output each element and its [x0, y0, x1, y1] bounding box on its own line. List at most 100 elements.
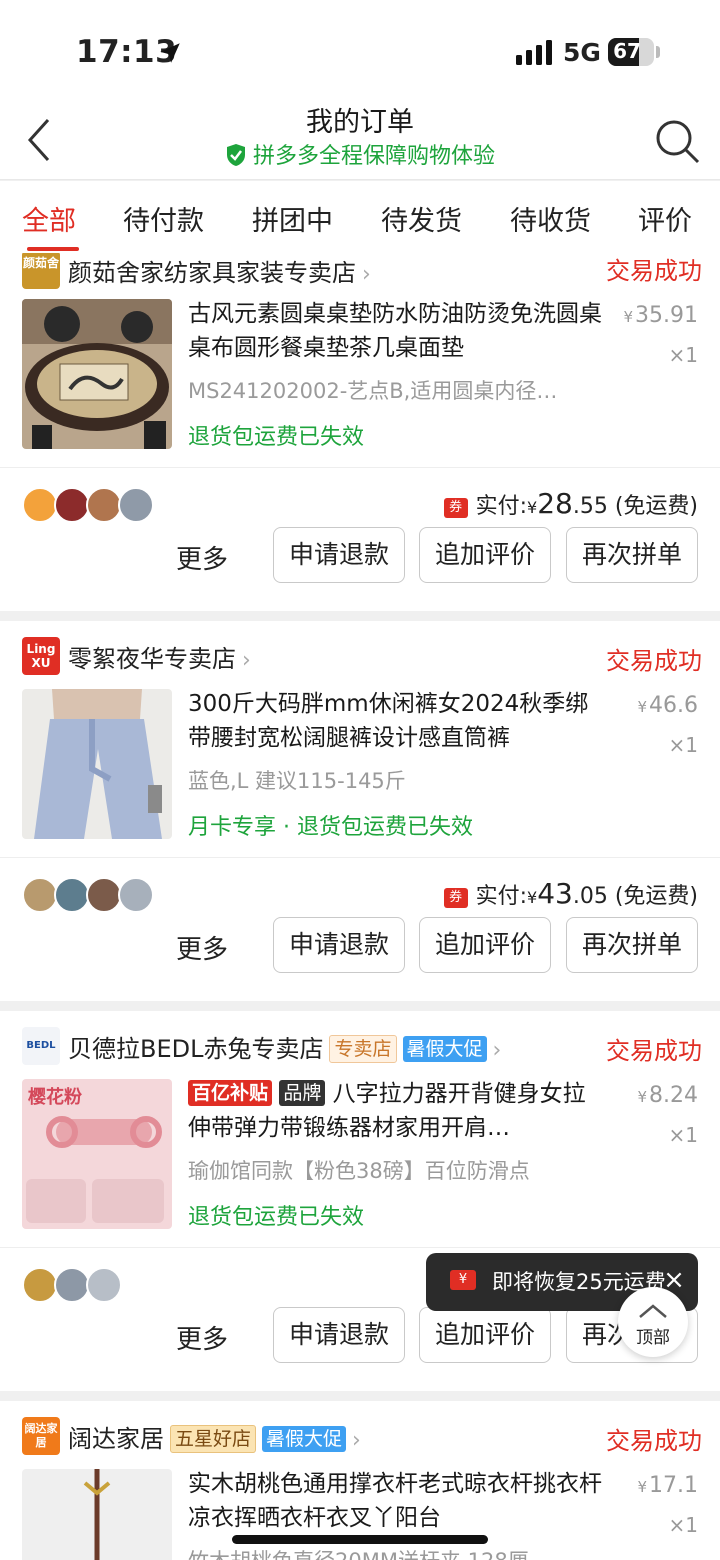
avatar [86, 877, 122, 913]
order-tabs: 全部 待付款 拼团中 待发货 待收货 评价 [0, 181, 720, 253]
network-type: 5G [563, 38, 601, 67]
avatar [54, 1267, 90, 1303]
coupon-icon: 券 [443, 888, 468, 908]
product-image[interactable] [22, 689, 172, 839]
product-spec: 竹木胡桃色直径20MM送杆夹 128厘 [188, 1545, 604, 1560]
shop-name[interactable]: 贝德拉BEDL赤兔专卖店 专卖店 暑假大促 › [68, 1029, 501, 1064]
unit-price: ¥8.24 [637, 1083, 698, 1108]
shop-logo: 阔达家居 [22, 1417, 60, 1455]
back-to-top-label: 顶部 [636, 1328, 670, 1348]
product-spec: 蓝色,L 建议115-145斤 [188, 769, 406, 793]
product-title[interactable]: 实木胡桃色通用撑衣杆老式晾衣杆挑衣杆凉衣挥晒衣杆衣叉丫阳台 [188, 1467, 604, 1535]
chevron-up-icon [639, 1304, 667, 1318]
more-button[interactable]: 更多 [176, 929, 228, 966]
paid-amount: 券实付:¥43.05 (免运费) [443, 877, 698, 910]
return-shipping-note: 退货包运费已失效 [188, 1205, 365, 1230]
five-star-shop-badge: 五星好店 [170, 1425, 257, 1453]
quantity: ×1 [668, 733, 698, 757]
order-card: Ling XU 零絮夜华专卖店 › 交易成功 300斤大码胖mm休闲裤女2024秋… [0, 621, 720, 1001]
order-card: 颜茹舍 颜茹舍家纺家具家装专卖店 › 交易成功 古风元素圆桌桌垫防水防油防烫免洗圆… [0, 253, 720, 611]
unit-price: ¥17.1 [637, 1473, 698, 1498]
add-review-button[interactable]: 追加评价 [419, 917, 551, 973]
guarantee-banner[interactable]: 拼多多全程保障购物体验 [0, 138, 720, 170]
order-card: BEDL 贝德拉BEDL赤兔专卖店 专卖店 暑假大促 › 交易成功 樱花粉 百亿补贴 … [0, 1011, 720, 1391]
battery-icon: 67 [608, 38, 654, 66]
status-bar: 17:13 5G 67 [0, 0, 720, 100]
product-image[interactable] [22, 299, 172, 449]
chevron-right-icon: › [242, 648, 251, 673]
avatar [86, 487, 122, 523]
promo-badge: 暑假大促 [262, 1426, 347, 1452]
shop-name[interactable]: 阔达家居 五星好店 暑假大促 › [68, 1419, 361, 1454]
home-indicator[interactable] [232, 1535, 488, 1544]
product-spec: 瑜伽馆同款【粉色38磅】百位防滑点 [188, 1159, 530, 1183]
order-status: 交易成功 [606, 1037, 702, 1065]
shield-check-icon [226, 144, 245, 166]
tab-pending-payment[interactable]: 待付款 [123, 199, 204, 238]
product-image[interactable]: 樱花粉 [22, 1079, 172, 1229]
product-title[interactable]: 300斤大码胖mm休闲裤女2024秋季绑带腰封宽松阔腿裤设计感直筒裤 [188, 687, 604, 755]
add-review-button[interactable]: 追加评价 [419, 1307, 551, 1363]
coupon-icon: 券 [443, 498, 468, 518]
order-status: 交易成功 [606, 257, 702, 285]
avatar [54, 487, 90, 523]
battery-level: 67 [613, 39, 641, 63]
chevron-right-icon: › [492, 1038, 502, 1063]
quantity: ×1 [668, 1123, 698, 1147]
shop-logo: 颜茹舍 [22, 253, 60, 289]
product-image[interactable] [22, 1469, 172, 1560]
tab-to-ship[interactable]: 待发货 [381, 199, 462, 238]
active-tab-indicator [27, 247, 79, 251]
nav-bar: 我的订单 拼多多全程保障购物体验 [0, 100, 720, 180]
shop-row[interactable]: 阔达家居 阔达家居 五星好店 暑假大促 › [22, 1417, 702, 1455]
shop-logo: BEDL [22, 1027, 60, 1065]
divider [0, 857, 720, 858]
group-avatars [22, 1267, 182, 1305]
shop-name[interactable]: 零絮夜华专卖店 › [68, 639, 251, 674]
search-icon[interactable] [652, 116, 702, 166]
divider [0, 1247, 720, 1248]
guarantee-text: 拼多多全程保障购物体验 [252, 144, 495, 169]
shop-row[interactable]: 颜茹舍 颜茹舍家纺家具家装专卖店 › [22, 253, 702, 289]
refund-button[interactable]: 申请退款 [273, 1307, 405, 1363]
refund-button[interactable]: 申请退款 [273, 527, 405, 583]
divider [0, 467, 720, 468]
signal-icon [516, 40, 552, 65]
order-status: 交易成功 [606, 647, 702, 675]
back-to-top-button[interactable]: 顶部 [618, 1287, 688, 1357]
rebuy-button[interactable]: 再次拼单 [566, 527, 698, 583]
more-button[interactable]: 更多 [176, 539, 228, 576]
subsidy-tag: 百亿补贴 [188, 1080, 273, 1106]
tab-group-buying[interactable]: 拼团中 [252, 199, 333, 238]
tab-to-receive[interactable]: 待收货 [510, 199, 591, 238]
more-button[interactable]: 更多 [176, 1319, 228, 1356]
quantity: ×1 [668, 343, 698, 367]
product-title[interactable]: 百亿补贴 品牌 八字拉力器开背健身女拉伸带弹力带锻练器材家用开肩… [188, 1077, 604, 1145]
avatar [118, 877, 154, 913]
paid-amount: 券实付:¥28.55 (免运费) [443, 487, 698, 520]
order-list[interactable]: 颜茹舍 颜茹舍家纺家具家装专卖店 › 交易成功 古风元素圆桌桌垫防水防油防烫免洗圆… [0, 253, 720, 1560]
add-review-button[interactable]: 追加评价 [419, 527, 551, 583]
promo-badge: 暑假大促 [402, 1036, 487, 1062]
product-image-text: 樱花粉 [28, 1086, 82, 1108]
battery-cap [656, 46, 660, 58]
avatar [86, 1267, 122, 1303]
avatar [22, 1267, 58, 1303]
shop-logo: Ling XU [22, 637, 60, 675]
shop-row[interactable]: Ling XU 零絮夜华专卖店 › [22, 637, 702, 675]
quantity: ×1 [668, 1513, 698, 1537]
unit-price: ¥46.6 [637, 693, 698, 718]
shop-row[interactable]: BEDL 贝德拉BEDL赤兔专卖店 专卖店 暑假大促 › [22, 1027, 702, 1065]
shop-name[interactable]: 颜茹舍家纺家具家装专卖店 › [68, 253, 371, 288]
refund-button[interactable]: 申请退款 [273, 917, 405, 973]
avatar [22, 487, 58, 523]
rebuy-button[interactable]: 再次拼单 [566, 917, 698, 973]
tab-review[interactable]: 评价 [638, 199, 692, 238]
page-title: 我的订单 [306, 107, 414, 138]
tab-all[interactable]: 全部 [22, 199, 76, 238]
avatar [118, 487, 154, 523]
avatar [22, 877, 58, 913]
location-arrow-icon [160, 43, 180, 63]
shop-badge-exclusive: 专卖店 [329, 1035, 397, 1063]
product-title[interactable]: 古风元素圆桌桌垫防水防油防烫免洗圆桌桌布圆形餐桌垫茶几桌面垫 [188, 297, 604, 365]
